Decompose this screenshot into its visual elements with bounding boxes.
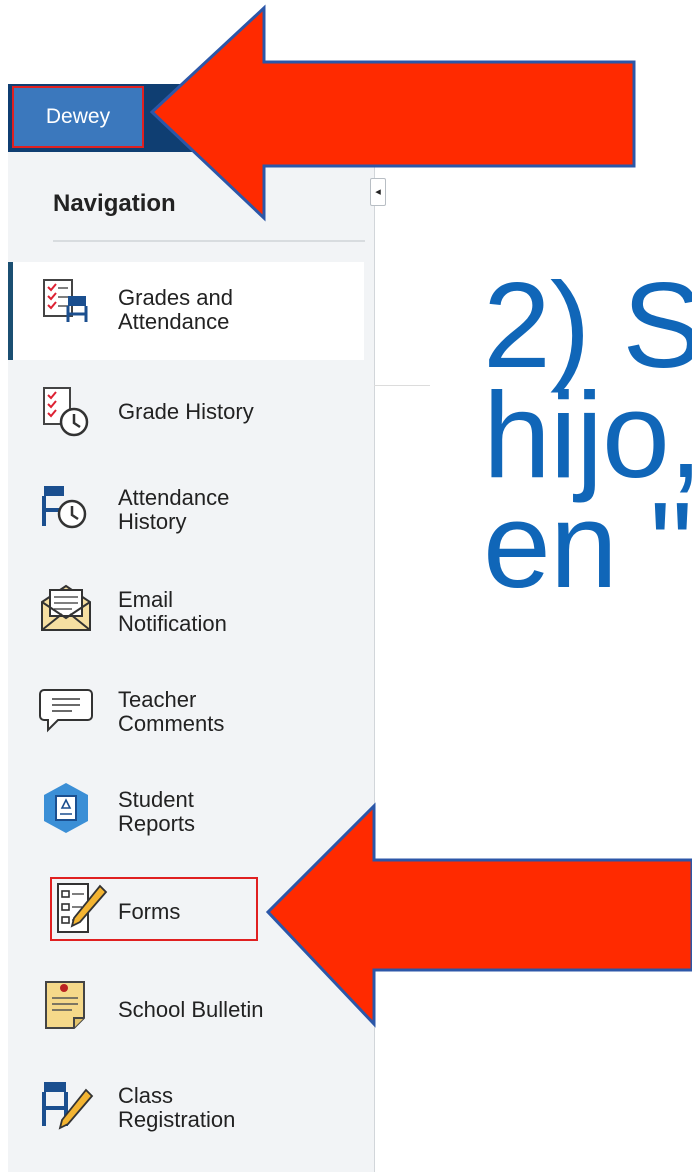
navigation-divider xyxy=(53,240,365,242)
student-reports-icon xyxy=(38,780,94,836)
slide-instruction-text: 2) Shijo, en " xyxy=(483,257,692,613)
sidebar-item-label: Grade History xyxy=(118,399,254,424)
school-bulletin-icon xyxy=(38,976,94,1032)
sidebar-item-label: Teacher Comments xyxy=(118,687,225,736)
sidebar-item-label: Email Notification xyxy=(118,587,227,636)
top-annotation-arrow xyxy=(149,4,636,222)
grades-attendance-icon xyxy=(38,274,94,330)
sidebar-item-label: Class Registration xyxy=(118,1083,236,1132)
teacher-comments-icon xyxy=(38,682,94,738)
attendance-history-icon xyxy=(38,482,94,538)
forms-annotation-arrow xyxy=(265,802,692,1028)
sidebar-item-label: Attendance History xyxy=(118,485,230,534)
content-divider xyxy=(374,385,430,386)
class-registration-icon xyxy=(38,1076,94,1132)
forms-icon xyxy=(52,880,108,936)
student-tab-dewey[interactable]: Dewey xyxy=(12,86,144,148)
email-notification-icon xyxy=(38,580,94,636)
sidebar-item-label: Grades and Attendance xyxy=(118,285,233,334)
grade-history-icon xyxy=(38,384,94,440)
